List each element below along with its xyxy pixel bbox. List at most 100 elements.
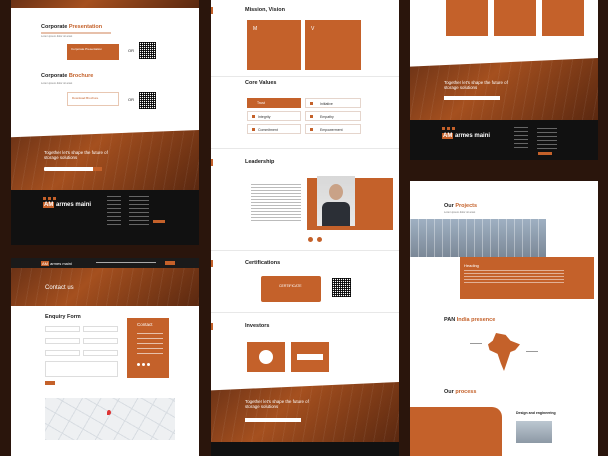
divider <box>211 148 399 149</box>
value-label: Initiative <box>320 102 333 106</box>
contact-card: Contact <box>127 318 169 378</box>
value-icon <box>310 128 313 131</box>
form-field-city[interactable] <box>45 350 80 356</box>
social-icon[interactable] <box>53 197 56 200</box>
cta-email-input[interactable] <box>245 418 301 422</box>
project-name: Heading <box>464 263 479 268</box>
social-icon[interactable] <box>452 127 455 130</box>
social-icon[interactable] <box>48 197 51 200</box>
investor-badge <box>259 350 273 364</box>
section-marker <box>211 7 213 14</box>
nav-links[interactable] <box>96 262 156 263</box>
certificate-label: CERTIFICATE <box>279 284 302 288</box>
social-icon[interactable] <box>43 197 46 200</box>
social-icon[interactable] <box>147 363 150 366</box>
section-title-certifications: Certifications <box>245 260 281 266</box>
form-field-phone[interactable] <box>83 338 118 344</box>
form-field-message[interactable] <box>45 361 118 377</box>
vision-card: V <box>305 20 361 70</box>
value-card-empathy[interactable]: Empathy <box>305 111 361 121</box>
section-title-brochure: Corporate Brochure <box>41 73 94 79</box>
footer <box>211 442 399 456</box>
process-dial <box>410 407 502 456</box>
carousel-next-button[interactable] <box>317 237 322 242</box>
service-card-3[interactable] <box>542 0 584 36</box>
value-card-trust[interactable]: Trust <box>247 98 301 108</box>
value-icon <box>252 115 255 118</box>
certificate-qr <box>332 278 351 297</box>
footer-logo: AM armes maini <box>442 133 491 139</box>
project-desc <box>464 270 564 284</box>
suit <box>322 202 350 226</box>
process-step-title: Design and engineering <box>516 411 556 415</box>
social-icon[interactable] <box>442 127 445 130</box>
cta-text: Together let's shape the future of storag… <box>444 80 508 90</box>
section-underline <box>41 32 111 34</box>
value-label: Integrity <box>258 115 271 119</box>
value-card-empowerment[interactable]: Empowerment <box>305 124 361 134</box>
section-title-core-values: Core Values <box>245 80 277 86</box>
social-icon[interactable] <box>142 363 145 366</box>
footer-button[interactable] <box>538 152 552 155</box>
card-label: Corporate Presentation <box>71 47 103 51</box>
value-label: Empathy <box>320 115 334 119</box>
divider <box>211 312 399 313</box>
carousel-prev-button[interactable] <box>308 237 313 242</box>
city-label-line <box>526 351 538 352</box>
hero-texture <box>11 268 199 306</box>
footer-links[interactable] <box>514 127 528 151</box>
card-label: Download Brochure <box>72 96 99 100</box>
social-icon[interactable] <box>137 363 140 366</box>
hero-banner <box>11 0 199 8</box>
footer-links[interactable] <box>107 196 121 226</box>
section-title-mission: Mission, Vision <box>245 7 285 13</box>
leader-bio <box>251 184 301 222</box>
page-services: Together let's shape the future of storag… <box>410 0 598 160</box>
value-icon <box>252 128 255 131</box>
cta-email-input[interactable] <box>444 96 500 100</box>
value-card-integrity[interactable]: Integrity <box>247 111 301 121</box>
page-about: Mission, Vision M V Core Values Trust In… <box>211 0 399 456</box>
value-card-initiative[interactable]: Initiative <box>305 98 361 108</box>
brochure-download-card[interactable]: Download Brochure <box>67 92 119 106</box>
divider <box>211 76 399 77</box>
presentation-download-card[interactable]: Corporate Presentation <box>67 44 119 60</box>
map[interactable] <box>45 398 175 440</box>
cta-texture <box>211 382 399 442</box>
qr-code <box>139 42 156 59</box>
nav-logo: AM armes maini <box>41 261 72 266</box>
investor-logo-2[interactable] <box>291 342 329 372</box>
form-field-product[interactable] <box>83 350 118 356</box>
page-title: Contact us <box>45 285 74 291</box>
section-marker <box>211 323 213 330</box>
footer: AM armes maini <box>11 190 199 245</box>
process-step-image <box>516 421 552 443</box>
service-card-2[interactable] <box>494 0 536 36</box>
india-map <box>488 333 520 371</box>
certificate-card[interactable]: CERTIFICATE <box>261 276 321 302</box>
form-title: Enquiry Form <box>45 314 81 320</box>
section-subtext: Lorem ipsum dolor sit amet <box>444 211 476 214</box>
value-icon <box>310 115 313 118</box>
footer-logo: AM armes maini <box>43 202 92 208</box>
nav-cta-button[interactable] <box>165 261 175 265</box>
form-field-name[interactable] <box>45 326 80 332</box>
form-field-email[interactable] <box>45 338 80 344</box>
submit-button[interactable] <box>45 381 55 385</box>
page-resources: Corporate Presentation Lorem ipsum dolor… <box>11 0 199 245</box>
footer-button[interactable] <box>153 220 165 223</box>
page-contact: AM armes maini Contact us Enquiry Form C… <box>11 258 199 456</box>
value-icon <box>310 102 313 105</box>
value-card-commitment[interactable]: Commitment <box>247 124 301 134</box>
city-label-line <box>470 343 482 344</box>
form-field-company[interactable] <box>83 326 118 332</box>
service-card-1[interactable] <box>446 0 488 36</box>
social-icon[interactable] <box>447 127 450 130</box>
project-image[interactable] <box>410 219 546 257</box>
section-marker <box>211 159 213 166</box>
section-marker <box>211 260 213 267</box>
cta-submit-button[interactable] <box>93 167 102 171</box>
value-label: Empowerment <box>320 128 343 132</box>
footer-contact <box>537 128 557 152</box>
investor-logo-1[interactable] <box>247 342 285 372</box>
